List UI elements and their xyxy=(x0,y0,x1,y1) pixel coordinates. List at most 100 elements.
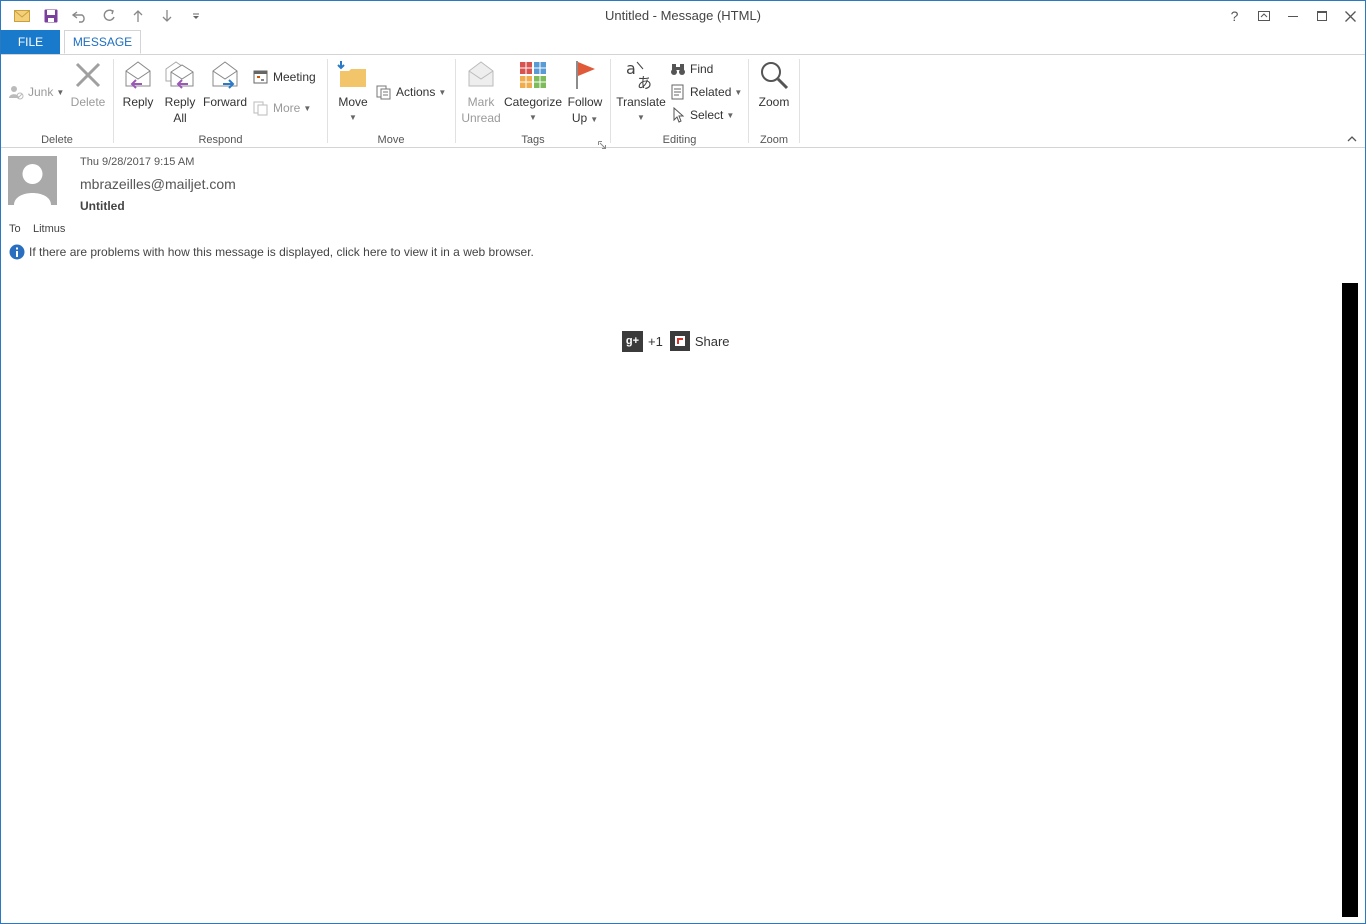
follow-up-label-line2: Up xyxy=(571,111,588,125)
info-bar[interactable]: If there are problems with how this mess… xyxy=(9,244,534,260)
categorize-icon xyxy=(517,59,549,91)
delete-button[interactable]: Delete xyxy=(69,59,107,110)
social-share-bar: g+ +1 Share xyxy=(622,330,730,352)
chevron-down-icon: ▼ xyxy=(349,113,357,122)
delete-group-label: Delete xyxy=(41,134,73,146)
respond-group-label: Respond xyxy=(198,134,243,146)
title-bar: Untitled - Message (HTML) ? xyxy=(1,1,1365,31)
meeting-icon xyxy=(253,69,269,85)
more-label: More xyxy=(273,101,301,115)
collapse-ribbon-icon[interactable] xyxy=(1347,133,1357,145)
related-label: Related xyxy=(690,85,732,99)
message-datetime: Thu 9/28/2017 9:15 AM xyxy=(80,156,195,168)
ribbon: Junk ▼ Delete Delete Reply Reply All For… xyxy=(1,55,1365,149)
ribbon-display-options-icon[interactable] xyxy=(1249,1,1278,31)
flag-icon xyxy=(569,59,601,91)
tab-message[interactable]: MESSAGE xyxy=(64,30,141,54)
chevron-down-icon: ▼ xyxy=(590,115,599,124)
avatar xyxy=(8,156,57,205)
move-group: Move ▼ Actions ▼ Move xyxy=(328,55,454,147)
editing-group: aあ Translate ▼ Find Related ▼ Select ▼ E… xyxy=(611,55,748,147)
select-button[interactable]: Select ▼ xyxy=(670,105,734,125)
zoom-button[interactable]: Zoom xyxy=(756,59,792,110)
mark-unread-icon xyxy=(465,59,497,91)
info-icon xyxy=(9,244,25,260)
move-folder-icon xyxy=(337,59,369,91)
translate-button[interactable]: aあ Translate ▼ xyxy=(615,59,667,126)
related-button[interactable]: Related ▼ xyxy=(670,82,742,102)
reply-all-icon xyxy=(164,59,196,91)
mark-unread-label-line1: Mark xyxy=(467,95,495,109)
reply-all-label-line1: Reply xyxy=(164,95,196,109)
google-plus-icon[interactable]: g+ xyxy=(622,330,643,352)
find-button[interactable]: Find xyxy=(670,59,713,79)
svg-text:あ: あ xyxy=(637,74,652,91)
forward-icon xyxy=(209,59,241,91)
maximize-icon[interactable] xyxy=(1307,1,1336,31)
tags-group-label: Tags xyxy=(521,134,545,146)
window-controls: ? xyxy=(1220,1,1365,31)
message-subject: Untitled xyxy=(80,199,125,213)
scrollbar[interactable] xyxy=(1342,283,1358,917)
share-icon[interactable] xyxy=(669,331,690,351)
move-label: Move xyxy=(338,95,368,109)
reply-all-label-line2: All xyxy=(173,111,187,125)
to-label: To xyxy=(9,223,21,235)
chevron-down-icon: ▼ xyxy=(734,87,743,97)
chevron-down-icon: ▼ xyxy=(438,87,447,97)
actions-label: Actions xyxy=(396,85,436,99)
follow-up-button[interactable]: Follow Up ▼ xyxy=(566,59,604,128)
ribbon-tabs: FILE MESSAGE xyxy=(1,30,1365,55)
reply-button[interactable]: Reply xyxy=(120,59,156,110)
actions-icon xyxy=(376,84,392,100)
outlook-message-window: Untitled - Message (HTML) ? FILE MESSAGE xyxy=(0,0,1366,924)
magnifier-icon xyxy=(758,59,790,91)
move-button[interactable]: Move ▼ xyxy=(335,59,371,126)
chevron-down-icon: ▼ xyxy=(637,113,645,122)
forward-label: Forward xyxy=(202,95,247,109)
close-icon[interactable] xyxy=(1336,1,1365,31)
reply-icon xyxy=(122,59,154,91)
translate-label: Translate xyxy=(616,95,666,109)
minimize-icon[interactable] xyxy=(1278,1,1307,31)
editing-group-label: Editing xyxy=(662,134,697,146)
translate-icon: aあ xyxy=(625,59,657,92)
reply-label: Reply xyxy=(122,95,154,109)
meeting-label: Meeting xyxy=(273,70,316,84)
to-recipient[interactable]: Litmus xyxy=(33,223,65,235)
categorize-label: Categorize xyxy=(503,95,563,109)
meeting-button[interactable]: Meeting xyxy=(253,67,316,87)
more-icon xyxy=(253,100,269,116)
junk-button[interactable]: Junk ▼ xyxy=(8,82,64,102)
binoculars-icon xyxy=(670,61,686,77)
select-label: Select xyxy=(690,108,724,122)
group-divider xyxy=(799,59,800,143)
categorize-button[interactable]: Categorize ▼ xyxy=(504,59,562,126)
forward-button[interactable]: Forward xyxy=(202,59,248,110)
tags-dialog-launcher-icon[interactable] xyxy=(598,136,606,149)
plus-one-link[interactable]: +1 xyxy=(648,334,663,349)
more-button[interactable]: More ▼ xyxy=(253,98,311,118)
delete-group: Junk ▼ Delete Delete xyxy=(1,55,113,147)
delete-label: Delete xyxy=(70,95,106,109)
svg-text:a: a xyxy=(626,59,636,78)
info-bar-text: If there are problems with how this mess… xyxy=(29,245,534,259)
related-icon xyxy=(670,84,686,100)
cursor-icon xyxy=(670,106,686,123)
zoom-group-label: Zoom xyxy=(759,134,789,146)
share-link[interactable]: Share xyxy=(695,334,730,349)
chevron-down-icon: ▼ xyxy=(529,113,537,122)
sender-address[interactable]: mbrazeilles@mailjet.com xyxy=(80,176,236,192)
help-button[interactable]: ? xyxy=(1220,1,1249,31)
tags-group: Mark Unread Categorize ▼ Follow Up ▼ Tags xyxy=(456,55,610,149)
reply-all-button[interactable]: Reply All xyxy=(162,59,198,126)
message-body: g+ +1 Share xyxy=(1,281,1341,923)
delete-icon xyxy=(72,59,104,91)
mark-unread-button[interactable]: Mark Unread xyxy=(460,59,502,126)
zoom-label: Zoom xyxy=(758,95,790,109)
actions-button[interactable]: Actions ▼ xyxy=(376,82,446,102)
zoom-group: Zoom Zoom xyxy=(749,55,799,147)
move-group-label: Move xyxy=(377,134,405,146)
find-label: Find xyxy=(690,62,714,76)
tab-file[interactable]: FILE xyxy=(1,30,60,54)
